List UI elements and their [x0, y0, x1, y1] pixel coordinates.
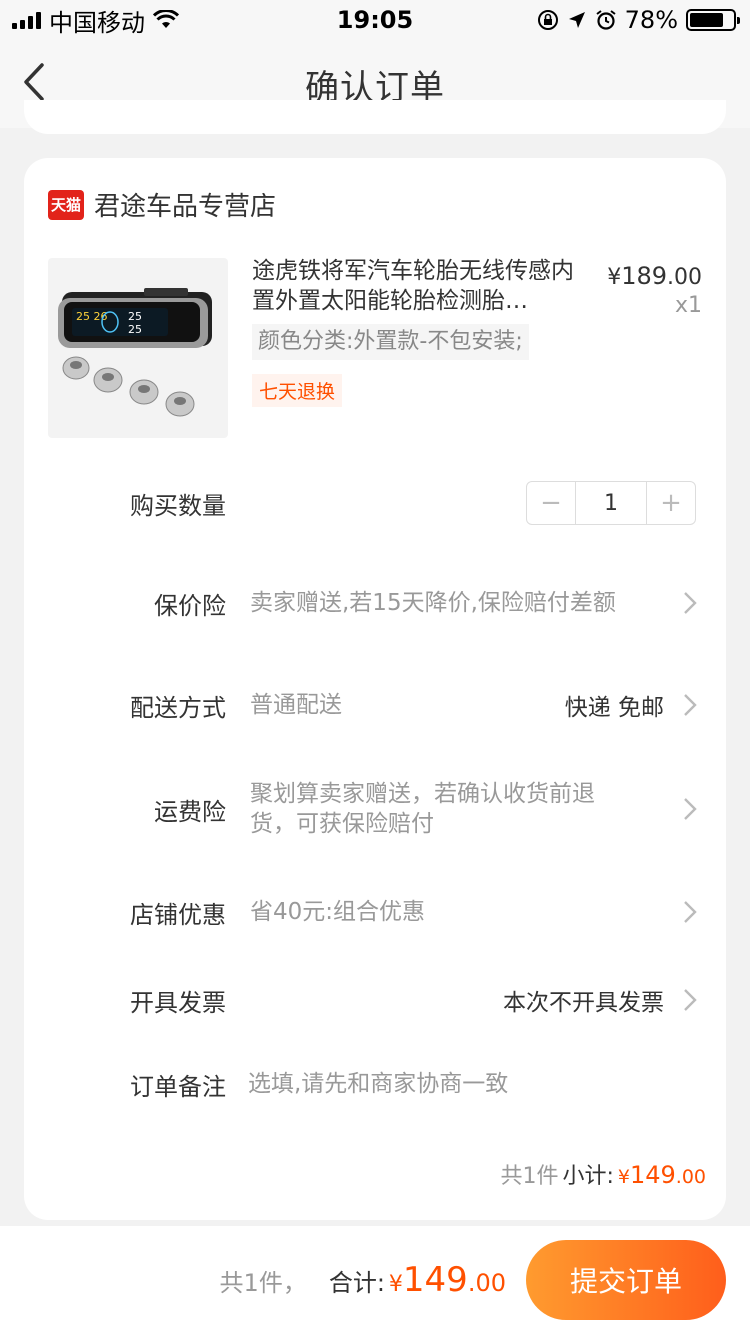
order-card: 天猫 君途车品专营店 25 26 25 25 途虎铁将军汽车轮胎无线传感内置外置… [24, 158, 726, 1220]
subtotal-price: ¥149.00 [618, 1161, 706, 1189]
chevron-left-icon [24, 63, 44, 101]
price-protection-desc: 卖家赠送,若15天降价,保险赔付差额 [250, 590, 616, 616]
price-protection-label: 保价险 [154, 591, 226, 620]
shop-name: 君途车品专营店 [94, 192, 277, 222]
order-note-row: 订单备注 选填,请先和商家协商一致 [24, 1064, 726, 1104]
invoice-row[interactable]: 开具发票 本次不开具发票 [24, 980, 726, 1020]
product-price-int: 189 [621, 262, 667, 290]
wifi-icon [153, 10, 179, 28]
shipping-insurance-label: 运费险 [154, 797, 226, 826]
total-area: 共1件， 合计: ¥149.00 [220, 1260, 506, 1300]
product-price-dec: .00 [667, 265, 702, 290]
checkout-bar: 共1件， 合计: ¥149.00 提交订单 [0, 1226, 750, 1334]
delivery-method: 普通配送 [250, 692, 342, 718]
product-title[interactable]: 途虎铁将军汽车轮胎无线传感内置外置太阳能轮胎检测胎… [252, 256, 582, 316]
carrier-label: 中国移动 [49, 8, 145, 37]
previous-card-edge [24, 100, 726, 134]
location-icon [568, 12, 585, 28]
increment-button[interactable]: + [647, 482, 695, 524]
chevron-right-icon [684, 798, 697, 820]
svg-text:25: 25 [128, 323, 142, 336]
order-note-input[interactable]: 选填,请先和商家协商一致 [248, 1069, 508, 1099]
subtotal-dec: .00 [675, 1166, 706, 1188]
chevron-right-icon [684, 592, 697, 614]
product-quantity: x1 [674, 293, 702, 318]
decrement-button[interactable]: − [527, 482, 575, 524]
quantity-stepper: − 1 + [526, 481, 696, 525]
subtotal: 共1件 小计: ¥149.00 [500, 1158, 706, 1190]
total-currency: ¥ [388, 1272, 403, 1297]
total-price: ¥149.00 [389, 1260, 506, 1300]
svg-text:25: 25 [128, 310, 142, 323]
quantity-row: 购买数量 − 1 + [24, 478, 726, 528]
subtotal-int: 149 [629, 1161, 676, 1189]
price-protection-row[interactable]: 保价险 卖家赠送,若15天降价,保险赔付差额 [24, 568, 726, 638]
rotation-lock-icon [537, 10, 558, 30]
tmall-logo-icon: 天猫 [48, 189, 84, 220]
chevron-right-icon [684, 901, 697, 923]
subtotal-label: 小计: [562, 1164, 614, 1189]
subtotal-currency: ¥ [617, 1166, 630, 1188]
submit-order-button[interactable]: 提交订单 [526, 1240, 726, 1320]
invoice-label: 开具发票 [130, 988, 226, 1017]
status-bar: 中国移动 19:05 78% [0, 0, 750, 40]
chevron-right-icon [684, 694, 697, 716]
delivery-row[interactable]: 配送方式 普通配送 快递 免邮 [24, 685, 726, 725]
store-discount-row[interactable]: 店铺优惠 省40元:组合优惠 [24, 892, 726, 932]
battery-percent: 78% [624, 6, 678, 34]
shipping-insurance-row[interactable]: 运费险 聚划算卖家赠送，若确认收货前退货，可获保险赔付 [24, 774, 726, 844]
store-discount-desc: 省40元:组合优惠 [250, 899, 426, 925]
alarm-icon [596, 10, 616, 30]
product-price: ¥189.00 [607, 262, 702, 290]
delivery-value: 快递 免邮 [564, 695, 664, 721]
product-price-currency: ¥ [607, 265, 622, 290]
chevron-right-icon [684, 989, 697, 1011]
total-dec: .00 [467, 1269, 506, 1297]
quantity-value[interactable]: 1 [575, 482, 647, 524]
sku-tag: 颜色分类:外置款-不包安装; [252, 324, 529, 360]
total-int: 149 [402, 1260, 468, 1300]
shop-header[interactable]: 天猫 君途车品专营店 [48, 186, 276, 223]
delivery-label: 配送方式 [130, 693, 226, 722]
battery-level [690, 13, 723, 27]
total-count: 共1件， [219, 1269, 307, 1297]
shipping-insurance-desc: 聚划算卖家赠送，若确认收货前退货，可获保险赔付 [250, 781, 595, 837]
battery-icon [686, 9, 740, 31]
total-label: 合计: [328, 1269, 385, 1297]
product-image[interactable]: 25 26 25 25 [48, 258, 228, 438]
invoice-value: 本次不开具发票 [503, 990, 664, 1016]
quantity-label: 购买数量 [130, 491, 226, 520]
tire-pressure-monitor-icon: 25 26 25 25 [58, 288, 212, 417]
return-policy-badge: 七天退换 [252, 374, 343, 407]
subtotal-count: 共1件 [500, 1164, 559, 1189]
store-discount-label: 店铺优惠 [130, 900, 226, 929]
order-note-label: 订单备注 [130, 1072, 226, 1101]
signal-icon [12, 11, 41, 29]
